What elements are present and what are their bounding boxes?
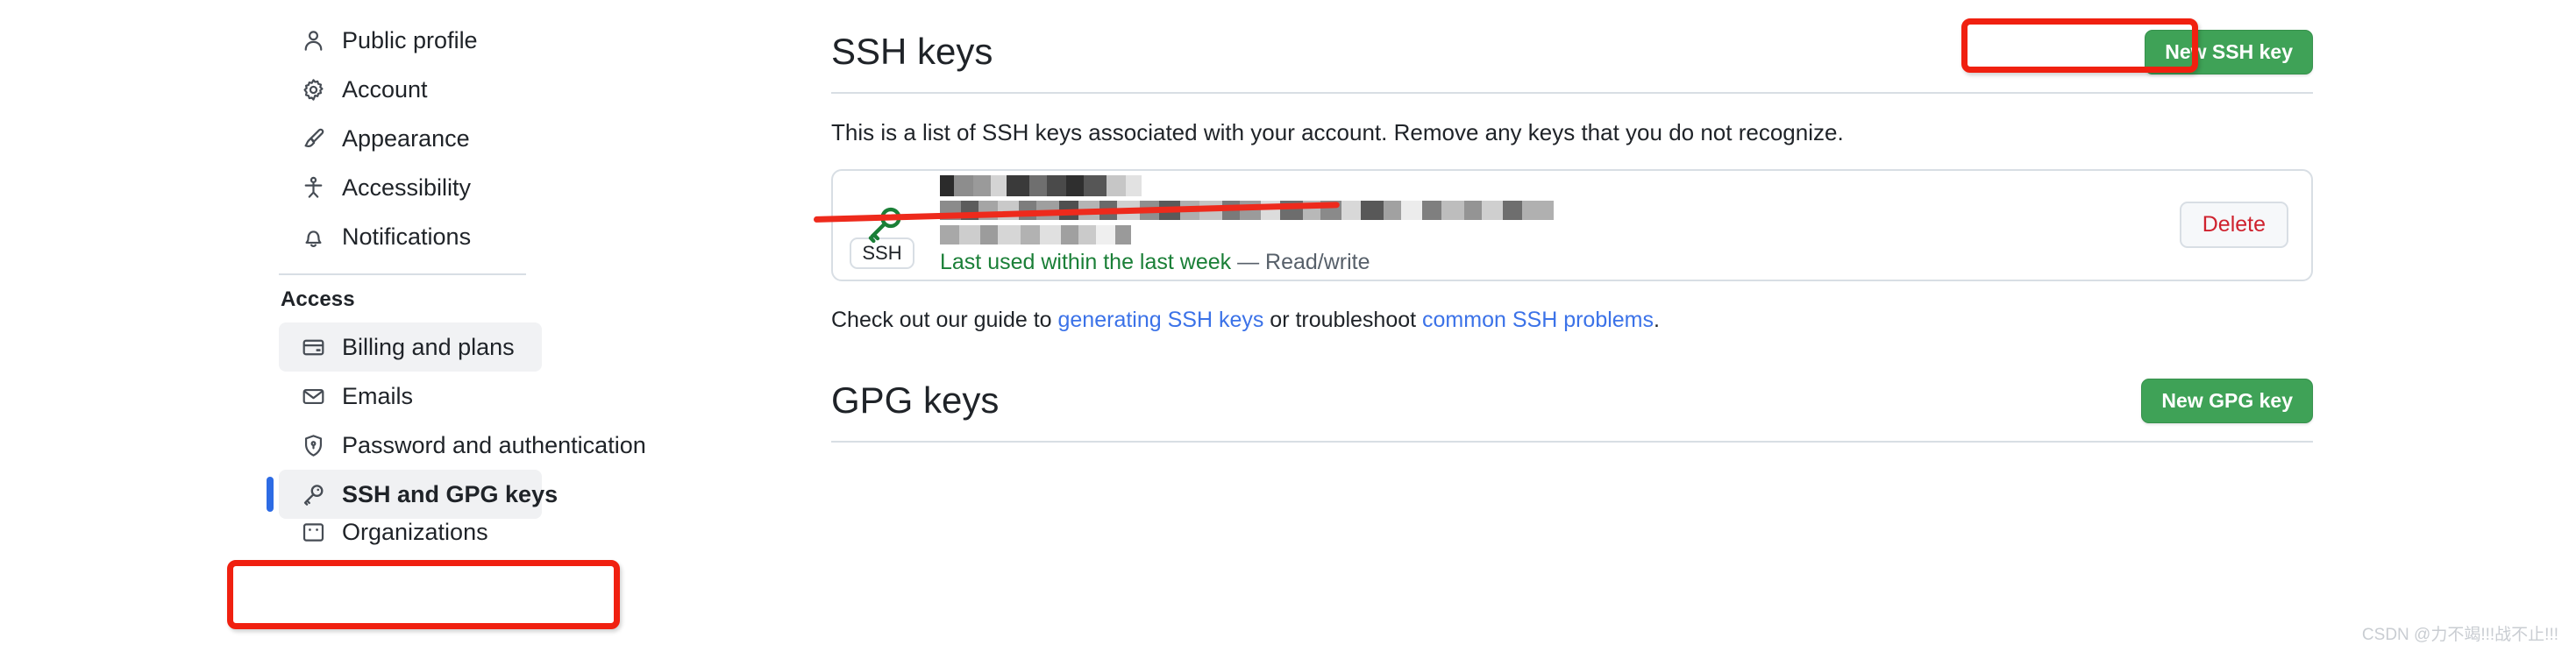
- sidebar-item-billing-and-plans[interactable]: Billing and plans: [279, 322, 542, 372]
- gpg-keys-header: GPG keys New GPG key: [831, 378, 2313, 443]
- accessibility-icon: [300, 174, 326, 201]
- gear-icon: [300, 76, 326, 103]
- verified-key-icon: [865, 204, 905, 249]
- ssh-guide-text: Check out our guide to generating SSH ke…: [831, 308, 2313, 333]
- key-title-redacted: m▒▒ ▒s▒ke▒: [940, 174, 2180, 198]
- shield-lock-icon: [300, 432, 326, 458]
- gpg-section-title: GPG keys: [831, 379, 1000, 422]
- sidebar-item-label: Account: [342, 75, 428, 103]
- new-ssh-key-button[interactable]: New SSH key: [2145, 30, 2313, 74]
- access-level-text: — Read/write: [1237, 250, 1370, 275]
- sidebar-section-access: Access: [281, 287, 355, 311]
- key-fingerprint-redacted: ▒▒▒▒ ▒▒R▒T2▒▒J9▒▒▒Q▒▒▒▒▒▒▒ f▒KI▒ko ▒▒▒vZ…: [940, 198, 2180, 223]
- key-card-left: SSH: [833, 181, 931, 269]
- sidebar-item-ssh-and-gpg-keys[interactable]: SSH and GPG keys: [267, 470, 558, 519]
- sidebar-item-label: SSH and GPG keys: [342, 480, 559, 507]
- page-title: SSH keys: [831, 31, 993, 73]
- guide-prefix: Check out our guide to: [831, 307, 1058, 332]
- person-icon: [300, 27, 326, 53]
- main-content: SSH keys New SSH key This is a list of S…: [813, 0, 2313, 443]
- sidebar-item-organizations[interactable]: Organizations: [279, 519, 542, 545]
- mail-icon: [300, 383, 326, 409]
- redaction-mosaic-date: [940, 225, 1131, 245]
- sidebar-item-label: Appearance: [342, 124, 470, 152]
- sidebar-item-appearance[interactable]: Appearance: [279, 114, 542, 163]
- settings-sidebar: Public profile Account Appearance Access…: [267, 0, 646, 652]
- sidebar-item-notifications[interactable]: Notifications: [279, 212, 542, 261]
- sidebar-item-password-and-authentication[interactable]: Password and authentication: [279, 421, 646, 470]
- key-icon: [300, 481, 326, 507]
- watermark: CSDN @力不竭!!!战不止!!!: [2361, 626, 2558, 644]
- bell-icon: [300, 223, 326, 250]
- redaction-mosaic-title: [940, 175, 1142, 197]
- active-indicator: [267, 477, 274, 512]
- guide-middle: or troubleshoot: [1263, 307, 1423, 332]
- sidebar-item-label: Organizations: [342, 519, 488, 545]
- settings-page: Public profile Account Appearance Access…: [0, 0, 2576, 652]
- ssh-keys-header: SSH keys New SSH key: [831, 0, 2313, 94]
- sidebar-item-label: Notifications: [342, 223, 472, 250]
- sidebar-item-label: Emails: [342, 382, 414, 409]
- paintbrush-icon: [300, 125, 326, 152]
- sidebar-item-label: Password and authentication: [342, 431, 646, 458]
- delete-key-button[interactable]: Delete: [2179, 202, 2288, 249]
- sidebar-item-label: Accessibility: [342, 174, 472, 201]
- sidebar-divider: [279, 273, 526, 275]
- ssh-keys-description: This is a list of SSH keys associated wi…: [831, 119, 1844, 145]
- sidebar-item-label: Public profile: [342, 26, 478, 53]
- last-used-text: Last used within the last week: [940, 250, 1232, 275]
- sidebar-item-accessibility[interactable]: Accessibility: [279, 163, 542, 212]
- guide-suffix: .: [1654, 307, 1660, 332]
- key-last-used: Last used within the last week — Read/wr…: [940, 249, 2180, 276]
- ssh-key-card: SSH m▒▒ ▒s▒ke▒: [813, 168, 2313, 281]
- generating-ssh-keys-link[interactable]: generating SSH keys: [1058, 308, 1264, 332]
- sidebar-item-emails[interactable]: Emails: [279, 372, 542, 421]
- key-card-body: m▒▒ ▒s▒ke▒: [931, 174, 2180, 276]
- sidebar-item-account[interactable]: Account: [279, 65, 542, 114]
- organization-icon: [300, 519, 326, 545]
- credit-card-icon: [300, 334, 326, 360]
- redaction-mosaic-fingerprint: [940, 201, 1554, 221]
- sidebar-item-public-profile[interactable]: Public profile: [279, 16, 542, 65]
- sidebar-item-label: Billing and plans: [342, 333, 515, 360]
- key-added-date-redacted: A▒▒▒▒ ▒▒▒▒▒▒▒, ▒▒22: [940, 223, 2180, 249]
- common-ssh-problems-link[interactable]: common SSH problems: [1422, 308, 1654, 332]
- new-gpg-key-button[interactable]: New GPG key: [2141, 378, 2313, 423]
